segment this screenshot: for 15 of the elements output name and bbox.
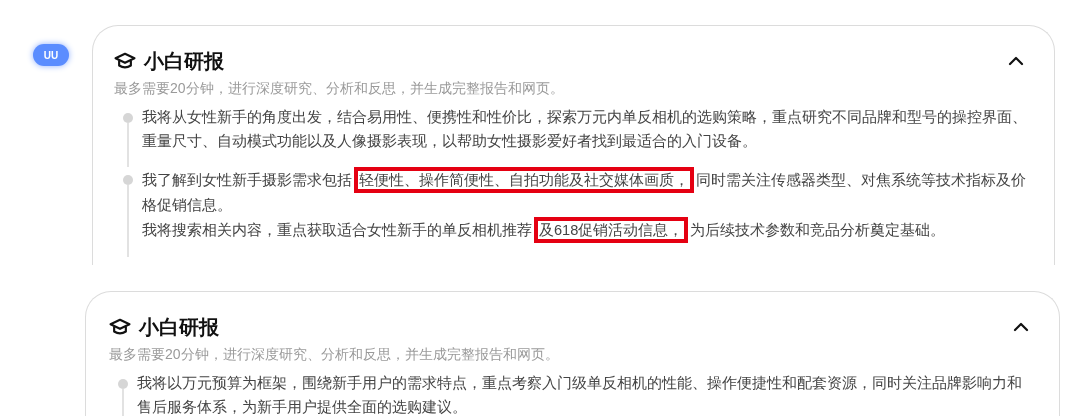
card-title: 小白研报 [139,315,219,340]
highlight-box: 轻便性、操作简便性、自拍功能及社交媒体画质， [354,167,694,193]
card-subtitle: 最多需要20分钟，进行深度研究、分析和反思，并生成完整报告和网页。 [114,79,565,98]
step-text: 我将以万元预算为框架，围绕新手用户的需求特点，重点考察入门级单反相机的性能、操作便捷性和配套资源，同时关注品牌影响力和售后服务体系，为新手用户提供全面的选购建议。 [137,374,1023,416]
graduation-cap-icon [114,52,136,70]
chevron-up-icon [1013,322,1029,332]
highlight-box: 及618促销活动信息， [534,217,689,243]
step-text: 我将从女性新手的角度出发，结合易用性、便携性和性价比，探索万元内单反相机的选购策略，重点研究不同品牌和型号的操控界面、重量尺寸、自动模式功能以及人像摄影表现，以帮助女性摄影爱好者找到最适合的入门设备。 [142,108,1028,151]
graduation-cap-icon [109,318,131,336]
chevron-up-icon [1008,56,1024,66]
step-text: 我了解到女性新手摄影需求包括 轻便性、操作简便性、自拍功能及社交媒体画质， 同时需关注传感器类型、对焦系统等技术指标及价格促销信息。 [142,167,1028,217]
step-text: 我将搜索相关内容，重点获取适合女性新手的单反相机推荐 及618促销活动信息， 为后续技术参数和竞品分析奠定基础。 [142,217,1028,243]
card-subtitle: 最多需要20分钟，进行深度研究、分析和反思，并生成完整报告和网页。 [109,345,560,364]
card-title: 小白研报 [144,49,224,74]
assistant-avatar: UU [33,44,69,66]
